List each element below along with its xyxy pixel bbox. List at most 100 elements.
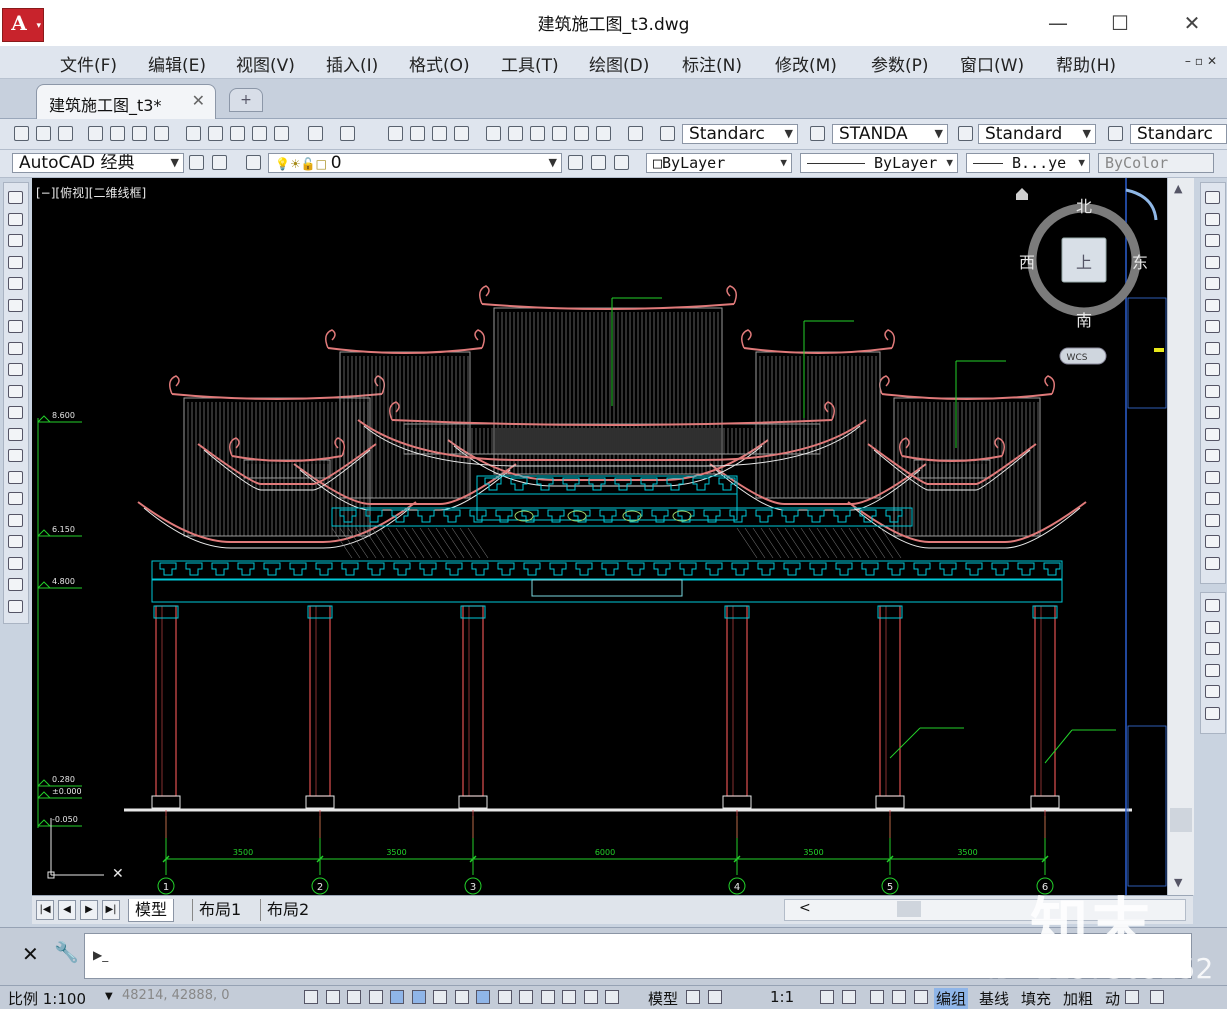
lineweight-combo[interactable]: B...ye ▼ bbox=[966, 153, 1090, 173]
text-style-combo[interactable]: Standarc ▼ bbox=[682, 124, 798, 144]
trim-icon[interactable] bbox=[1205, 384, 1220, 398]
transparency-icon[interactable] bbox=[562, 990, 576, 1004]
construction-line-icon[interactable] bbox=[8, 212, 23, 226]
menu-draw[interactable]: 绘图(D) bbox=[589, 51, 649, 76]
quick-properties-icon[interactable] bbox=[583, 990, 598, 1004]
fillet-icon[interactable] bbox=[1205, 513, 1220, 527]
line-icon[interactable] bbox=[8, 191, 23, 204]
maximize-button[interactable]: ☐ bbox=[1100, 8, 1140, 38]
prev-layout-icon[interactable]: ◀ bbox=[58, 900, 76, 920]
isolate-icon[interactable] bbox=[1125, 990, 1139, 1004]
scale-icon[interactable] bbox=[1205, 341, 1220, 355]
vertical-scroll-thumb[interactable] bbox=[1170, 808, 1192, 832]
menu-tools[interactable]: 工具(T) bbox=[501, 51, 559, 76]
menu-view[interactable]: 视图(V) bbox=[236, 51, 295, 76]
add-selected-icon[interactable] bbox=[8, 599, 23, 613]
isometric-icon[interactable] bbox=[411, 990, 426, 1004]
bold-button[interactable]: 加粗 bbox=[1063, 988, 1093, 1009]
next-layout-icon[interactable]: ▶ bbox=[80, 900, 98, 920]
grid-display-icon[interactable] bbox=[347, 990, 361, 1004]
layer-manager-icon[interactable] bbox=[246, 155, 261, 170]
layer-previous-icon[interactable] bbox=[591, 155, 606, 170]
menu-format[interactable]: 格式(O) bbox=[409, 51, 470, 76]
save-icon[interactable] bbox=[58, 126, 73, 141]
publish-icon[interactable] bbox=[132, 126, 147, 141]
design-center-icon[interactable] bbox=[508, 126, 523, 141]
new-tab-button[interactable]: + bbox=[229, 88, 263, 112]
color-combo[interactable]: □ByLayer ▼ bbox=[646, 153, 792, 173]
stretch-icon[interactable] bbox=[1205, 363, 1220, 376]
menu-edit[interactable]: 编辑(E) bbox=[148, 51, 206, 76]
multileader-style-combo[interactable]: Standarc bbox=[1130, 124, 1227, 144]
menu-parametric[interactable]: 参数(P) bbox=[871, 51, 929, 76]
calculator-icon[interactable] bbox=[596, 126, 611, 141]
properties-icon[interactable] bbox=[486, 126, 501, 141]
menu-file[interactable]: 文件(F) bbox=[60, 51, 117, 76]
gradient-icon[interactable] bbox=[8, 513, 23, 527]
cut-icon[interactable] bbox=[186, 126, 201, 141]
lock-icon[interactable] bbox=[892, 990, 906, 1004]
make-block-icon[interactable] bbox=[8, 449, 23, 462]
plotstyle-combo[interactable]: ByColor bbox=[1098, 153, 1214, 173]
match-properties-icon[interactable] bbox=[252, 126, 267, 141]
dim-style-icon[interactable] bbox=[810, 126, 825, 141]
pan-icon[interactable] bbox=[388, 126, 403, 141]
zoom-previous-icon[interactable] bbox=[454, 126, 469, 141]
tab-model[interactable]: 模型 bbox=[128, 899, 175, 922]
send-under-icon[interactable] bbox=[1205, 663, 1220, 677]
minimize-button[interactable]: — bbox=[1038, 8, 1078, 38]
new-icon[interactable] bbox=[14, 126, 29, 141]
multiline-text-icon[interactable] bbox=[8, 578, 23, 591]
rotate-icon[interactable] bbox=[1205, 320, 1220, 333]
dynamic-button[interactable]: 动 bbox=[1105, 988, 1120, 1009]
text-front-icon[interactable] bbox=[1205, 685, 1220, 698]
dim-style-combo[interactable]: STANDA ▼ bbox=[832, 124, 948, 144]
menu-dimension[interactable]: 标注(N) bbox=[682, 51, 742, 76]
chevron-down-icon[interactable]: ▼ bbox=[105, 991, 113, 1002]
tab-layout2[interactable]: 布局2 bbox=[260, 899, 315, 921]
baseline-button[interactable]: 基线 bbox=[979, 988, 1009, 1009]
preview-icon[interactable] bbox=[110, 126, 125, 141]
hatch-button[interactable]: 填充 bbox=[1021, 988, 1051, 1009]
polyline-icon[interactable] bbox=[8, 234, 23, 247]
snap-mode-icon[interactable] bbox=[325, 990, 340, 1004]
vertical-scrollbar[interactable]: ▲ ▼ bbox=[1167, 178, 1194, 895]
workspace-combo[interactable]: AutoCAD 经典 ▼ bbox=[12, 153, 184, 173]
break-at-point-icon[interactable] bbox=[1205, 427, 1220, 441]
region-icon[interactable] bbox=[8, 535, 23, 548]
offset-icon[interactable] bbox=[1205, 255, 1220, 269]
zoom-realtime-icon[interactable] bbox=[410, 126, 425, 141]
help-icon[interactable] bbox=[628, 126, 643, 141]
model-layout-icon[interactable] bbox=[686, 990, 700, 1004]
model-space-button[interactable]: 模型 bbox=[648, 988, 678, 1009]
3d-object-snap-icon[interactable] bbox=[476, 990, 490, 1004]
annotation-scale-readout[interactable]: 比例 1:100 bbox=[8, 988, 86, 1009]
mdi-window-controls[interactable]: –▫✕ bbox=[1185, 54, 1221, 68]
block-editor-icon[interactable] bbox=[274, 126, 289, 141]
menu-modify[interactable]: 修改(M) bbox=[775, 51, 837, 76]
workspace-switch-icon[interactable] bbox=[870, 990, 884, 1004]
circle-icon[interactable] bbox=[8, 320, 23, 333]
text-style-icon[interactable] bbox=[660, 126, 675, 141]
copy-object-icon[interactable] bbox=[1205, 212, 1220, 226]
rectangle-icon[interactable] bbox=[8, 277, 23, 290]
dynamic-input-icon[interactable] bbox=[519, 990, 533, 1004]
table-icon[interactable] bbox=[8, 556, 23, 570]
point-icon[interactable] bbox=[8, 470, 23, 484]
polar-tracking-icon[interactable] bbox=[390, 990, 404, 1004]
menu-insert[interactable]: 插入(I) bbox=[326, 51, 378, 76]
annotation-visibility-icon[interactable] bbox=[820, 990, 834, 1004]
chamfer-icon[interactable] bbox=[1205, 492, 1220, 505]
linetype-combo[interactable]: ByLayer ▼ bbox=[800, 153, 958, 173]
annotation-scale-value[interactable]: 1:1 bbox=[770, 988, 794, 1006]
close-icon[interactable]: ✕ bbox=[192, 91, 205, 110]
ellipse-icon[interactable] bbox=[8, 384, 23, 398]
lineweight-icon[interactable] bbox=[540, 990, 555, 1004]
layer-combo[interactable]: 💡☀🔓□ 0 ▼ bbox=[268, 153, 562, 173]
print-icon[interactable] bbox=[88, 126, 103, 141]
table-style-combo[interactable]: Standard ▼ bbox=[978, 124, 1096, 144]
last-layout-icon[interactable]: ▶| bbox=[102, 900, 120, 920]
insert-block-icon[interactable] bbox=[8, 427, 23, 441]
paste-icon[interactable] bbox=[230, 126, 245, 141]
group-button[interactable]: 编组 bbox=[934, 988, 969, 1009]
